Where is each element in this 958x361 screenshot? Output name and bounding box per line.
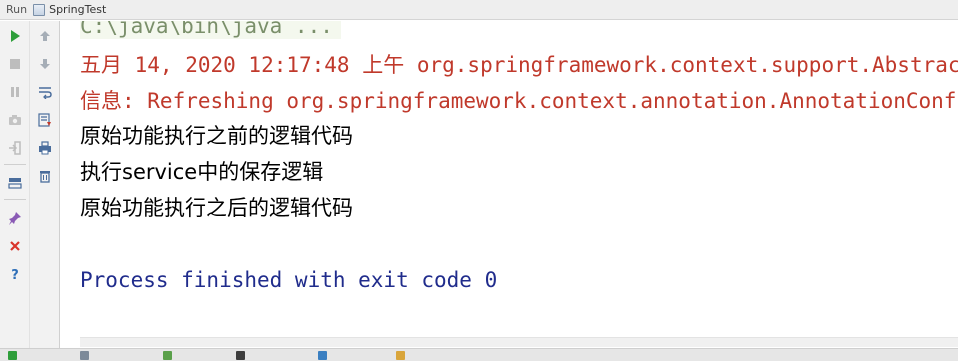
arrow-up-icon — [39, 31, 50, 41]
run-window: Run SpringTest ? C:\java\bin\java ... 五月… — [0, 0, 958, 361]
log-line: 五月 14, 2020 12:17:48 上午 org.springframew… — [80, 53, 958, 77]
dump-threads-button[interactable] — [2, 107, 28, 133]
tool-window-button-messages[interactable] — [396, 351, 405, 361]
rerun-button[interactable] — [2, 23, 28, 49]
pin-icon — [9, 212, 21, 225]
close-icon — [10, 241, 20, 251]
stop-button[interactable] — [2, 51, 28, 77]
output-line: 执行service中的保存逻辑 — [80, 160, 324, 184]
build-icon — [318, 351, 327, 360]
camera-icon — [9, 115, 21, 125]
help-icon: ? — [11, 268, 19, 281]
run-toolbar: ? — [0, 21, 60, 348]
output-line: 原始功能执行之后的逻辑代码 — [80, 196, 353, 220]
svg-text:?: ? — [11, 268, 19, 281]
soft-wrap-button[interactable] — [32, 79, 58, 105]
clear-all-button[interactable] — [32, 163, 58, 189]
help-button[interactable]: ? — [2, 261, 28, 287]
tool-window-button-build[interactable] — [318, 351, 327, 361]
print-button[interactable] — [32, 135, 58, 161]
scroll-to-end-button[interactable] — [32, 107, 58, 133]
run-header: Run SpringTest — [0, 0, 958, 20]
arrow-down-icon — [39, 59, 50, 69]
command-line: C:\java\bin\java ... — [80, 21, 341, 39]
tool-window-button-run[interactable] — [8, 351, 17, 361]
tool-window-button-todo[interactable] — [80, 351, 89, 361]
restore-layout-button[interactable] — [2, 170, 28, 196]
exit-icon — [9, 141, 21, 155]
list-icon — [80, 351, 89, 360]
exit-button[interactable] — [2, 135, 28, 161]
tab-title: SpringTest — [49, 3, 107, 16]
tool-window-bar — [0, 348, 958, 361]
terminal-icon — [236, 351, 245, 360]
tab-springtest[interactable]: SpringTest — [33, 3, 106, 16]
log-line: 信息: Refreshing org.springframework.conte… — [80, 89, 958, 113]
toolbar-separator — [4, 199, 26, 200]
exit-message: Process finished with exit code 0 — [80, 268, 498, 292]
pause-button[interactable] — [2, 79, 28, 105]
tool-window-button-terminal[interactable] — [236, 351, 245, 361]
stop-icon — [10, 59, 20, 69]
tool-window-button-problems[interactable] — [163, 351, 172, 361]
problems-icon — [163, 351, 172, 360]
horizontal-scrollbar[interactable] — [80, 337, 958, 347]
trash-icon — [39, 171, 50, 183]
message-icon — [396, 351, 405, 360]
toolbar-separator — [4, 164, 26, 165]
run-icon — [8, 351, 17, 360]
next-occurrence-button[interactable] — [32, 51, 58, 77]
pin-tab-button[interactable] — [2, 205, 28, 231]
layout-icon — [8, 178, 22, 189]
output-line: 原始功能执行之前的逻辑代码 — [80, 124, 353, 148]
pause-icon — [11, 87, 19, 97]
console-output[interactable]: C:\java\bin\java ... 五月 14, 2020 12:17:4… — [61, 21, 958, 337]
run-label: Run — [6, 3, 28, 16]
config-icon — [33, 3, 46, 16]
print-icon — [38, 141, 51, 155]
previous-occurrence-button[interactable] — [32, 23, 58, 49]
run-icon — [11, 30, 20, 42]
scroll-to-end-icon — [37, 113, 51, 127]
soft-wrap-icon — [38, 87, 52, 99]
close-button[interactable] — [2, 233, 28, 259]
